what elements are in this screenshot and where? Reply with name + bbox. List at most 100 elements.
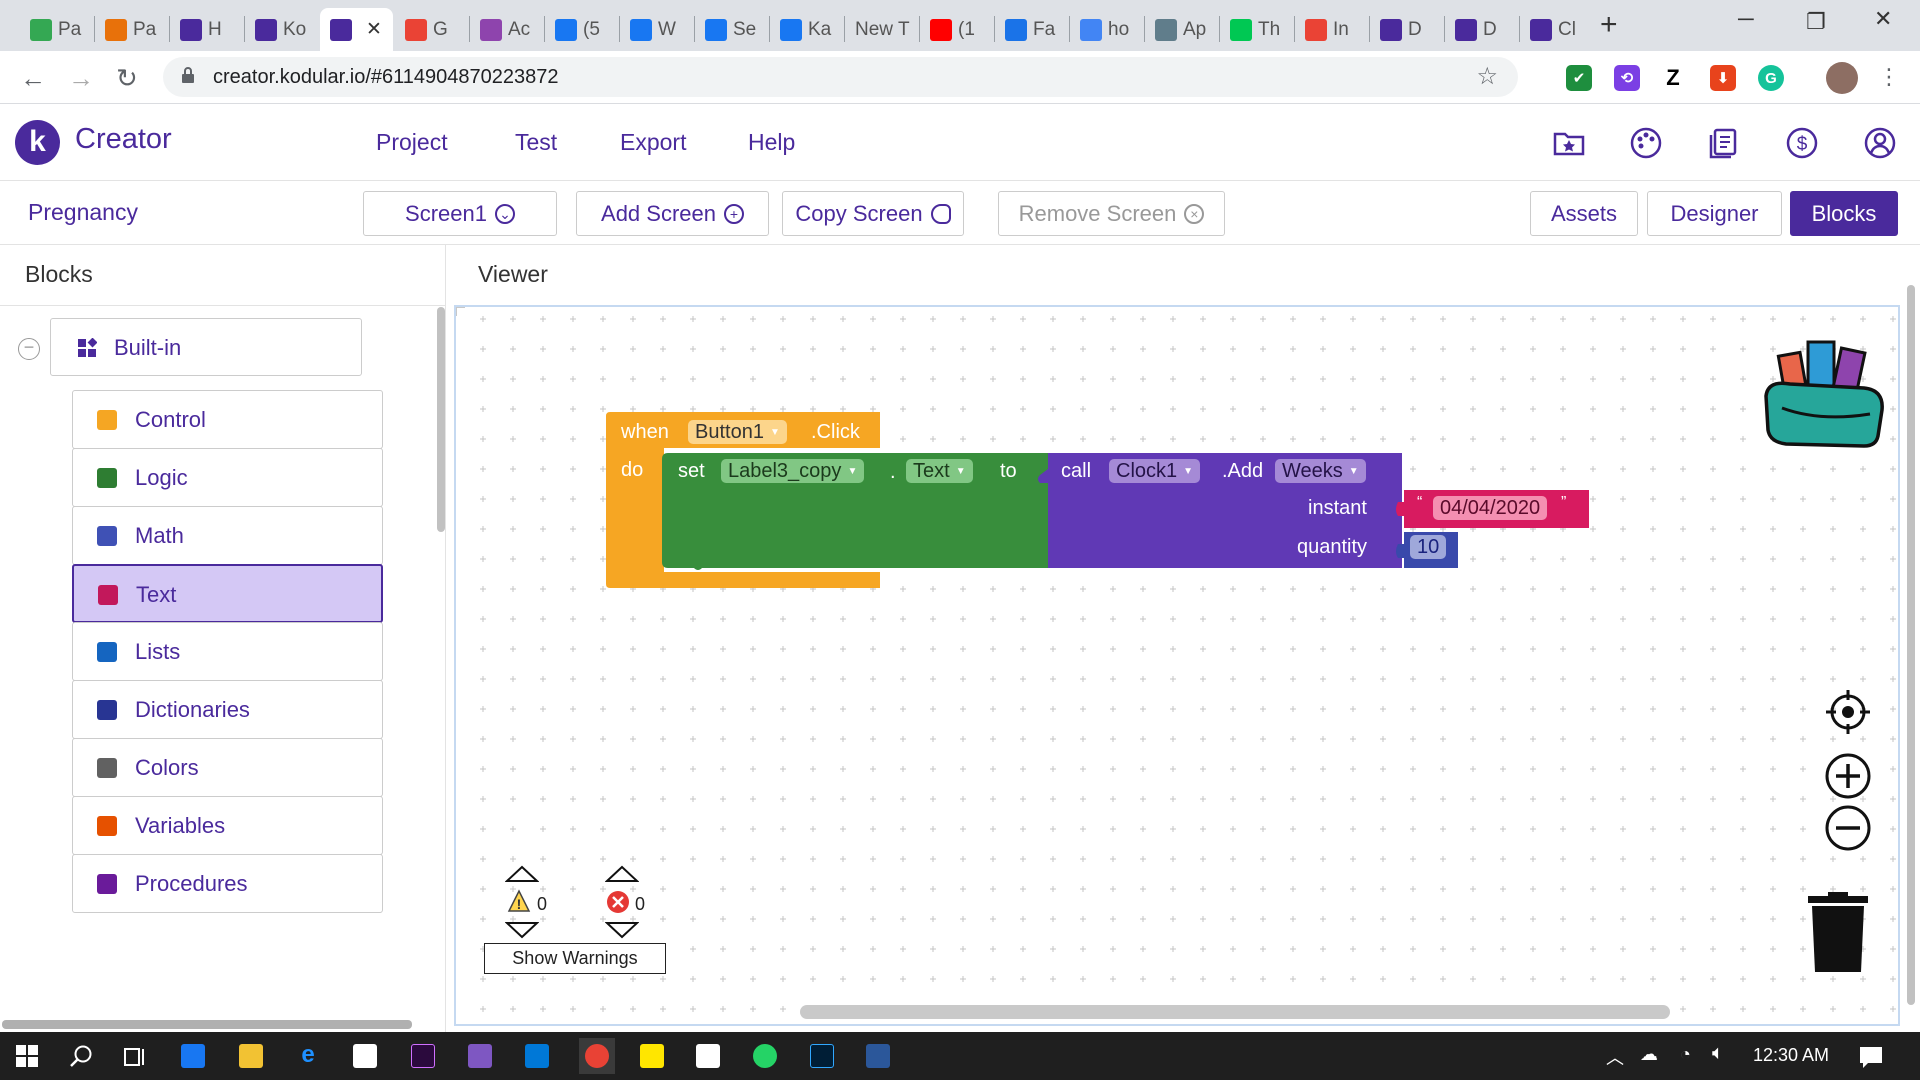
number-value-field[interactable]: 10 xyxy=(1410,535,1447,559)
block-category-logic[interactable]: Logic xyxy=(72,448,383,507)
collapse-icon[interactable]: − xyxy=(18,338,40,360)
download-extension-icon[interactable]: ⬇ xyxy=(1710,65,1736,91)
grammarly-icon[interactable]: G xyxy=(1758,65,1784,91)
sidebar-scrollbar[interactable] xyxy=(437,307,445,532)
block-category-colors[interactable]: Colors xyxy=(72,738,383,797)
browser-tab[interactable]: Pa xyxy=(20,8,93,51)
trash-icon[interactable] xyxy=(1806,892,1870,974)
folder-star-icon[interactable] xyxy=(1551,125,1587,161)
store-icon[interactable] xyxy=(353,1044,377,1068)
block-category-procedures[interactable]: Procedures xyxy=(72,854,383,913)
browser-tab[interactable]: D xyxy=(1370,8,1443,51)
workspace-vertical-scrollbar[interactable] xyxy=(1907,285,1915,1005)
block-category-math[interactable]: Math xyxy=(72,506,383,565)
browser-tab[interactable]: W xyxy=(620,8,693,51)
weeks-dropdown[interactable]: Weeks ▼ xyxy=(1275,459,1366,483)
errors-navigator[interactable] xyxy=(605,865,639,939)
sticky-notes-icon[interactable] xyxy=(640,1044,664,1068)
windows-start-icon[interactable] xyxy=(16,1045,38,1067)
browser-tab[interactable]: H xyxy=(170,8,243,51)
extension-z-icon[interactable]: Z xyxy=(1660,65,1686,91)
block-category-variables[interactable]: Variables xyxy=(72,796,383,855)
bookmark-star-icon[interactable]: ☆ xyxy=(1476,62,1498,91)
menu-test[interactable]: Test xyxy=(515,129,557,156)
copy-screen-button[interactable]: Copy Screen xyxy=(782,191,964,236)
block-category-lists[interactable]: Lists xyxy=(72,622,383,681)
task-view-icon[interactable] xyxy=(122,1044,148,1070)
text-value-field[interactable]: 04/04/2020 xyxy=(1433,496,1548,520)
mail-icon[interactable] xyxy=(525,1044,549,1068)
clock1-dropdown[interactable]: Clock1 ▼ xyxy=(1109,459,1201,483)
browser-tab[interactable]: Th xyxy=(1220,8,1293,51)
browser-tab[interactable]: D xyxy=(1445,8,1518,51)
label3-copy-dropdown[interactable]: Label3_copy ▼ xyxy=(721,459,865,483)
volume-icon[interactable]: 🔈︎ xyxy=(1712,1042,1724,1065)
kodular-logo[interactable]: k xyxy=(15,120,60,165)
designer-button[interactable]: Designer xyxy=(1647,191,1782,236)
blocks-button[interactable]: Blocks xyxy=(1790,191,1898,236)
browser-tab[interactable]: G xyxy=(395,8,468,51)
sidebar-horizontal-scrollbar[interactable] xyxy=(2,1020,412,1029)
block-category-text[interactable]: Text xyxy=(72,564,383,623)
wifi-icon[interactable]: ◔ xyxy=(1680,1044,1691,1065)
browser-tab[interactable]: ho xyxy=(1070,8,1143,51)
reload-icon[interactable]: ↻ xyxy=(116,63,138,94)
browser-tab[interactable]: Ka xyxy=(770,8,843,51)
account-icon[interactable] xyxy=(1862,125,1898,161)
forward-icon[interactable]: → xyxy=(68,63,94,94)
browser-tab[interactable]: Fa xyxy=(995,8,1068,51)
warnings-navigator[interactable]: ! xyxy=(505,865,539,939)
browser-tab[interactable]: Se xyxy=(695,8,768,51)
text-property-dropdown[interactable]: Text ▼ xyxy=(906,459,973,483)
minimize-button[interactable]: ─ xyxy=(1738,6,1754,32)
tray-chevron-up-icon[interactable]: ︿ xyxy=(1606,1044,1624,1070)
new-tab-button[interactable]: + xyxy=(1600,8,1618,42)
zoom-in-icon[interactable] xyxy=(1824,752,1872,800)
extension-icon[interactable]: ⟲ xyxy=(1614,65,1640,91)
word-icon[interactable] xyxy=(866,1044,890,1068)
browser-tab[interactable]: (5 xyxy=(545,8,618,51)
menu-help[interactable]: Help xyxy=(748,129,795,156)
network-icon[interactable]: ☁ xyxy=(1640,1044,1658,1065)
whatsapp-icon[interactable] xyxy=(753,1044,777,1068)
taskbar-clock[interactable]: 12:30 AM xyxy=(1753,1045,1829,1066)
zoom-out-icon[interactable] xyxy=(1824,804,1872,852)
chrome-icon[interactable] xyxy=(585,1044,609,1068)
edge-icon[interactable]: e xyxy=(296,1043,320,1068)
show-warnings-button[interactable]: Show Warnings xyxy=(484,943,666,974)
back-icon[interactable]: ← xyxy=(20,63,46,94)
browser-tab[interactable]: ✕ xyxy=(320,8,393,51)
profile-avatar[interactable] xyxy=(1826,62,1858,94)
browser-menu-icon[interactable]: ⋮ xyxy=(1878,64,1900,90)
photos-icon[interactable] xyxy=(696,1044,720,1068)
browser-tab[interactable]: (1 xyxy=(920,8,993,51)
url-bar[interactable]: creator.kodular.io/#6114904870223872 ☆ xyxy=(163,57,1518,97)
browser-tab[interactable]: Ap xyxy=(1145,8,1218,51)
notifications-icon[interactable] xyxy=(1858,1044,1884,1070)
add-screen-button[interactable]: Add Screen + xyxy=(576,191,769,236)
palette-icon[interactable] xyxy=(1628,125,1664,161)
menu-project[interactable]: Project xyxy=(376,129,448,156)
backpack-icon[interactable] xyxy=(1760,326,1892,450)
builtin-group[interactable]: Built-in xyxy=(50,318,362,376)
photoshop-icon[interactable] xyxy=(810,1044,834,1068)
search-icon[interactable] xyxy=(68,1044,94,1070)
remove-screen-button[interactable]: Remove Screen × xyxy=(998,191,1225,236)
assets-button[interactable]: Assets xyxy=(1530,191,1638,236)
docs-icon[interactable] xyxy=(1706,125,1742,161)
extension-shield-icon[interactable]: ✔ xyxy=(1566,65,1592,91)
visual-studio-icon[interactable] xyxy=(468,1044,492,1068)
block-category-control[interactable]: Control xyxy=(72,390,383,449)
browser-tab[interactable]: Cl xyxy=(1520,8,1593,51)
facebook-app-icon[interactable] xyxy=(181,1044,205,1068)
screen-select[interactable]: Screen1 ⌄ xyxy=(363,191,557,236)
block-category-dictionaries[interactable]: Dictionaries xyxy=(72,680,383,739)
close-window-button[interactable]: ✕ xyxy=(1874,6,1892,32)
file-explorer-icon[interactable] xyxy=(239,1044,263,1068)
menu-export[interactable]: Export xyxy=(620,129,686,156)
workspace-horizontal-scrollbar[interactable] xyxy=(800,1005,1670,1019)
browser-tab[interactable]: Ac xyxy=(470,8,543,51)
close-tab-icon[interactable]: ✕ xyxy=(366,18,382,41)
restore-button[interactable]: ❐ xyxy=(1806,9,1826,35)
dollar-icon[interactable]: $ xyxy=(1784,125,1820,161)
